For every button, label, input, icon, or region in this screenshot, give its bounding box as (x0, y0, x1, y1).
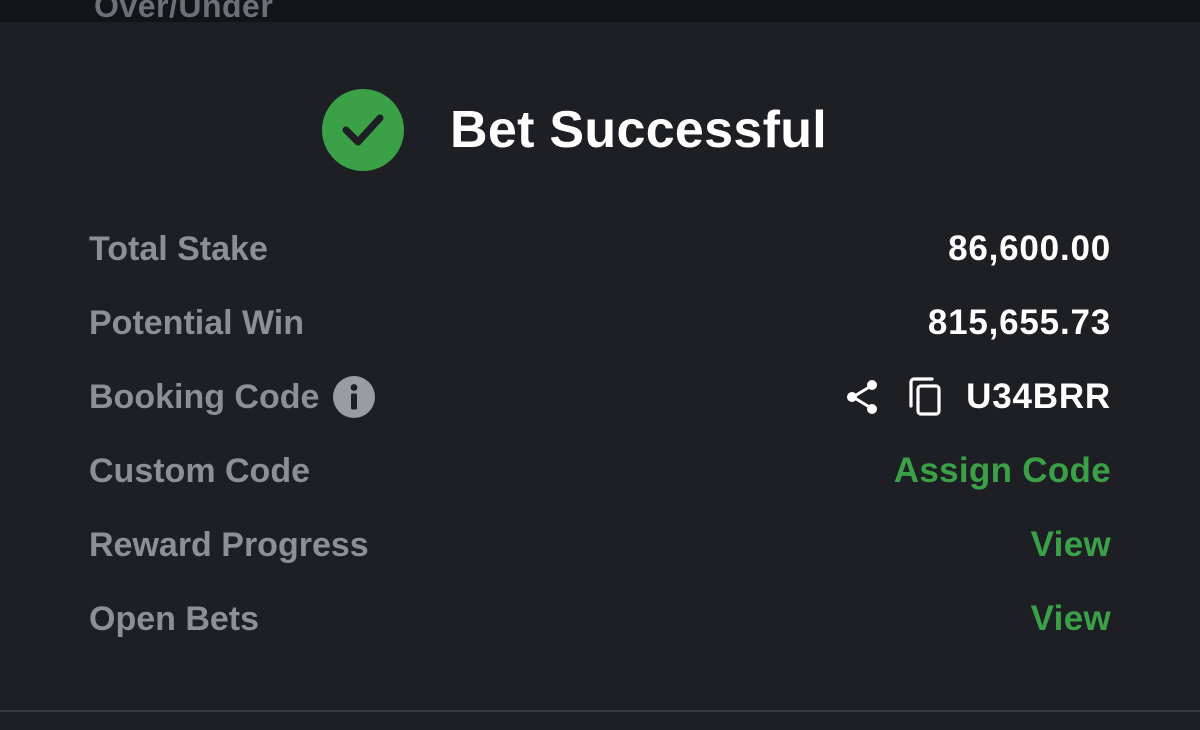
bet-success-panel: Over/Under Bet Successful Total Stake 86… (0, 0, 1200, 730)
potential-win-label: Potential Win (89, 303, 305, 342)
booking-code-value-group: U34BRR (842, 376, 1111, 418)
booking-code-label-group: Booking Code (89, 376, 376, 418)
open-bets-label: Open Bets (89, 599, 260, 638)
total-stake-row: Total Stake 86,600.00 (89, 212, 1111, 286)
open-bets-row: Open Bets View (89, 582, 1111, 656)
assign-code-link[interactable]: Assign Code (894, 451, 1111, 491)
check-circle-icon (322, 89, 404, 171)
open-bets-view-link[interactable]: View (1031, 599, 1111, 639)
reward-progress-view-link[interactable]: View (1031, 525, 1111, 565)
page-title: Bet Successful (450, 101, 828, 159)
success-header: Bet Successful (322, 88, 827, 172)
custom-code-row: Custom Code Assign Code (89, 434, 1111, 508)
booking-code-row: Booking Code U34BRR (89, 360, 1111, 434)
total-stake-label: Total Stake (89, 229, 268, 268)
reward-progress-row: Reward Progress View (89, 508, 1111, 582)
reward-progress-label: Reward Progress (89, 525, 369, 564)
potential-win-value: 815,655.73 (927, 303, 1111, 342)
booking-code-value: U34BRR (966, 377, 1111, 416)
previous-market-header: Over/Under (0, 0, 1200, 22)
divider (0, 710, 1200, 712)
info-icon[interactable] (333, 376, 376, 418)
share-icon[interactable] (842, 377, 882, 417)
total-stake-value: 86,600.00 (948, 229, 1111, 268)
copy-icon[interactable] (906, 376, 946, 418)
booking-code-label: Booking Code (89, 377, 320, 416)
custom-code-label: Custom Code (89, 451, 310, 490)
market-name: Over/Under (94, 0, 274, 22)
bet-summary-list: Total Stake 86,600.00 Potential Win 815,… (89, 212, 1111, 656)
potential-win-row: Potential Win 815,655.73 (89, 286, 1111, 360)
